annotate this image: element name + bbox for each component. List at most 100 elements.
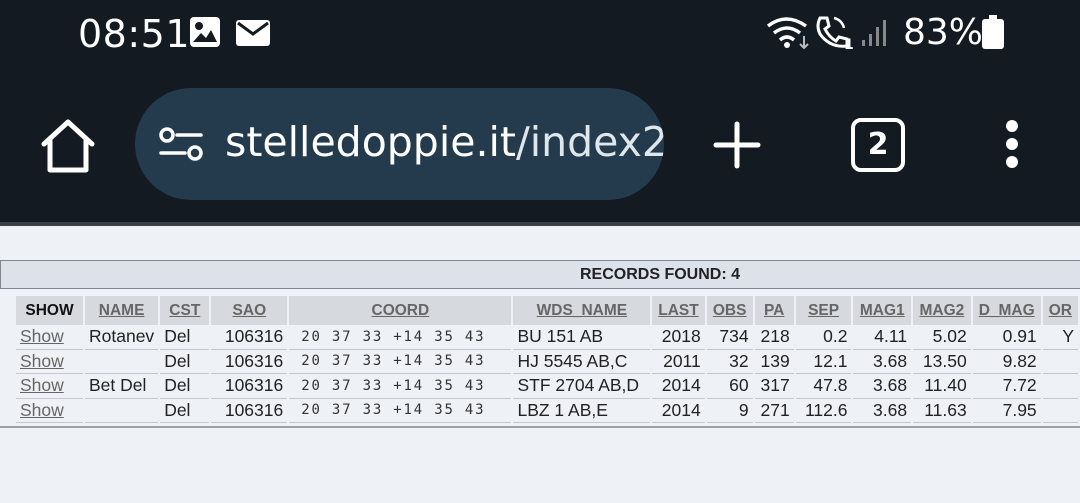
coord-cell: 20 37 33 +14 35 43	[289, 350, 512, 374]
col-or[interactable]: OR	[1042, 296, 1078, 325]
col-mag2[interactable]: MAG2	[913, 296, 971, 325]
wds-name-cell: LBZ 1 AB,E	[513, 399, 651, 423]
pa-cell: 271	[754, 399, 794, 423]
mag2-cell: 11.40	[913, 374, 971, 399]
sao-cell: 106316	[211, 399, 288, 423]
col-wds-name-link[interactable]: WDS_NAME	[537, 302, 627, 319]
d-mag-cell: 7.95	[972, 399, 1041, 423]
col-name-link[interactable]: NAME	[99, 302, 145, 319]
name-cell	[85, 399, 159, 423]
or-cell	[1042, 350, 1078, 374]
col-sep[interactable]: SEP	[795, 296, 852, 325]
mag1-cell: 3.68	[853, 350, 912, 374]
col-coord-link[interactable]: COORD	[372, 302, 430, 319]
table-row: Show Bet Del Del 106316 20 37 33 +14 35 …	[16, 374, 1078, 399]
col-obs-link[interactable]: OBS	[713, 302, 747, 319]
mail-icon	[236, 20, 270, 46]
mag2-cell: 5.02	[913, 325, 971, 350]
col-coord[interactable]: COORD	[289, 296, 512, 325]
col-show: SHOW	[16, 296, 83, 325]
table-row: Show Del 106316 20 37 33 +14 35 43 LBZ 1…	[16, 399, 1078, 423]
url-host: stelledoppie.it	[225, 118, 516, 166]
col-mag2-link[interactable]: MAG2	[919, 302, 964, 319]
col-or-link[interactable]: OR	[1049, 302, 1072, 319]
col-cst[interactable]: CST	[160, 296, 210, 325]
pa-cell: 317	[754, 374, 794, 399]
sep-cell: 112.6	[795, 399, 852, 423]
or-cell	[1042, 399, 1078, 423]
sep-cell: 12.1	[795, 350, 852, 374]
show-link[interactable]: Show	[20, 400, 64, 420]
sao-cell: 106316	[211, 325, 288, 350]
address-bar[interactable]: stelledoppie.it/index2	[135, 88, 664, 200]
col-last-link[interactable]: LAST	[658, 302, 698, 319]
name-cell: Rotanev	[85, 325, 159, 350]
wds-name-cell: STF 2704 AB,D	[513, 374, 651, 399]
web-page: RECORDS FOUND: 4 SHOW NAME CST SAO COORD…	[0, 226, 1080, 503]
col-pa[interactable]: PA	[754, 296, 794, 325]
show-cell: Show	[16, 325, 83, 350]
show-cell: Show	[16, 350, 83, 374]
mag2-cell: 11.63	[913, 399, 971, 423]
col-d-mag-link[interactable]: D_MAG	[979, 302, 1035, 319]
show-cell: Show	[16, 399, 83, 423]
obs-cell: 60	[706, 374, 753, 399]
col-sao[interactable]: SAO	[211, 296, 288, 325]
cst-cell: Del	[160, 325, 210, 350]
new-tab-icon[interactable]	[712, 120, 762, 170]
last-cell: 2011	[652, 350, 705, 374]
more-menu-icon[interactable]	[1000, 120, 1024, 172]
mag1-cell: 4.11	[853, 325, 912, 350]
url-text[interactable]: stelledoppie.it/index2	[225, 118, 664, 166]
status-time: 08:51	[78, 12, 191, 56]
col-d-mag[interactable]: D_MAG	[972, 296, 1041, 325]
col-sao-link[interactable]: SAO	[233, 302, 267, 319]
cst-cell: Del	[160, 350, 210, 374]
table-row: Show Rotanev Del 106316 20 37 33 +14 35 …	[16, 325, 1078, 350]
name-cell: Bet Del	[85, 374, 159, 399]
col-sep-link[interactable]: SEP	[808, 302, 839, 319]
show-link[interactable]: Show	[20, 326, 64, 346]
cst-cell: Del	[160, 374, 210, 399]
coord-cell: 20 37 33 +14 35 43	[289, 325, 512, 350]
records-found-text: RECORDS FOUND: 4	[579, 266, 740, 283]
wds-name-cell: BU 151 AB	[513, 325, 651, 350]
site-settings-icon[interactable]	[159, 126, 203, 162]
obs-cell: 32	[706, 350, 753, 374]
show-link[interactable]: Show	[20, 375, 64, 395]
mag2-cell: 13.50	[913, 350, 971, 374]
pa-cell: 218	[754, 325, 794, 350]
col-name[interactable]: NAME	[85, 296, 159, 325]
table-row: Show Del 106316 20 37 33 +14 35 43 HJ 55…	[16, 350, 1078, 374]
image-icon	[190, 17, 220, 47]
col-pa-link[interactable]: PA	[764, 302, 784, 319]
obs-cell: 734	[706, 325, 753, 350]
last-cell: 2014	[652, 399, 705, 423]
col-cst-link[interactable]: CST	[169, 302, 200, 319]
col-last[interactable]: LAST	[652, 296, 705, 325]
name-cell	[85, 350, 159, 374]
cst-cell: Del	[160, 399, 210, 423]
last-cell: 2018	[652, 325, 705, 350]
url-path: /index2	[515, 118, 664, 166]
col-mag1-link[interactable]: MAG1	[860, 302, 905, 319]
or-cell	[1042, 374, 1078, 399]
wds-name-cell: HJ 5545 AB,C	[513, 350, 651, 374]
home-icon[interactable]	[38, 118, 98, 174]
col-obs[interactable]: OBS	[706, 296, 753, 325]
signal-icon	[862, 20, 886, 46]
mag1-cell: 3.68	[853, 374, 912, 399]
sep-cell: 0.2	[795, 325, 852, 350]
svg-text:1: 1	[844, 37, 854, 50]
show-link[interactable]: Show	[20, 351, 64, 371]
status-bar: 08:51 1 83%	[0, 0, 1080, 70]
table-bottom-divider	[0, 426, 1080, 428]
col-wds-name[interactable]: WDS_NAME	[513, 296, 651, 325]
sao-cell: 106316	[211, 374, 288, 399]
sep-cell: 47.8	[795, 374, 852, 399]
col-mag1[interactable]: MAG1	[853, 296, 912, 325]
results-table: SHOW NAME CST SAO COORD WDS_NAME LAST OB…	[14, 296, 1080, 423]
d-mag-cell: 9.82	[972, 350, 1041, 374]
coord-cell: 20 37 33 +14 35 43	[289, 399, 512, 423]
tab-switcher-button[interactable]: 2	[851, 118, 905, 172]
